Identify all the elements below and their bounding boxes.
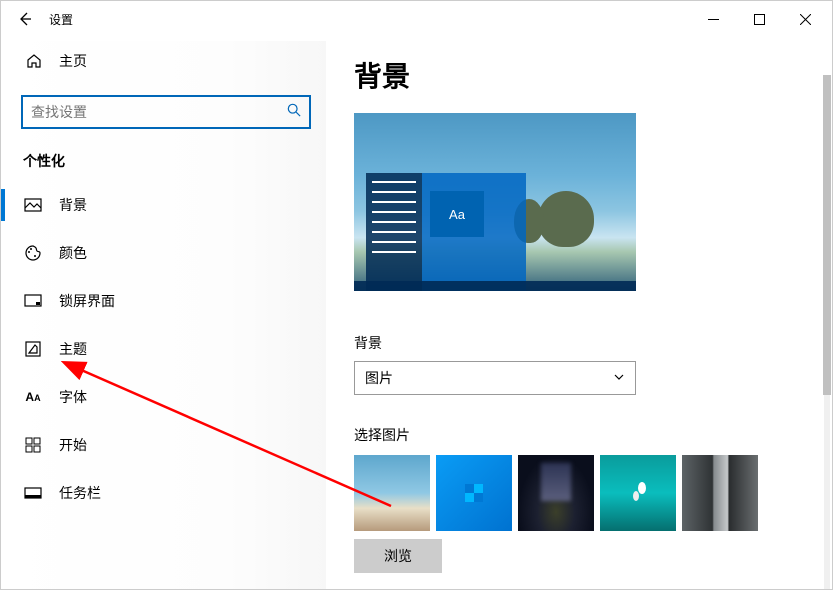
sidebar-item-themes[interactable]: 主题 xyxy=(1,325,326,373)
sidebar-section-title: 个性化 xyxy=(23,151,326,171)
sidebar-item-label: 任务栏 xyxy=(59,483,101,503)
sidebar-home[interactable]: 主页 xyxy=(1,41,326,81)
thumbnail-4[interactable] xyxy=(600,455,676,531)
dropdown-value: 图片 xyxy=(365,368,393,388)
arrow-left-icon xyxy=(17,11,33,27)
sidebar-item-label: 开始 xyxy=(59,435,87,455)
search-icon xyxy=(287,103,301,122)
desktop-preview: Aa xyxy=(354,113,636,291)
search-box[interactable] xyxy=(21,95,311,129)
scrollbar-thumb[interactable] xyxy=(823,75,831,395)
sidebar-item-label: 字体 xyxy=(59,387,87,407)
sidebar-item-label: 锁屏界面 xyxy=(59,291,115,311)
fonts-icon: AA xyxy=(23,390,43,404)
minimize-button[interactable] xyxy=(690,1,736,37)
back-button[interactable] xyxy=(5,1,45,37)
preview-sample-tile: Aa xyxy=(430,191,484,237)
minimize-icon xyxy=(708,14,719,25)
sidebar-home-label: 主页 xyxy=(59,51,87,71)
settings-window: 设置 主页 xyxy=(0,0,833,590)
lockscreen-icon xyxy=(23,292,43,310)
browse-button[interactable]: 浏览 xyxy=(354,539,442,573)
background-field-label: 背景 xyxy=(354,333,832,353)
taskbar-icon xyxy=(23,484,43,502)
chevron-down-icon xyxy=(613,370,625,386)
window-body: 主页 个性化 背景 xyxy=(1,37,832,589)
sidebar-item-label: 颜色 xyxy=(59,243,87,263)
thumbnail-3[interactable] xyxy=(518,455,594,531)
palette-icon xyxy=(23,244,43,262)
thumbnail-2[interactable] xyxy=(436,455,512,531)
home-icon xyxy=(25,53,43,69)
sidebar-item-fonts[interactable]: AA 字体 xyxy=(1,373,326,421)
sidebar-item-label: 背景 xyxy=(59,195,87,215)
sidebar-item-background[interactable]: 背景 xyxy=(1,181,326,229)
close-button[interactable] xyxy=(782,1,828,37)
sidebar-item-colors[interactable]: 颜色 xyxy=(1,229,326,277)
choose-picture-label: 选择图片 xyxy=(354,425,832,445)
picture-thumbnails xyxy=(354,455,832,531)
page-title: 背景 xyxy=(354,55,832,95)
maximize-button[interactable] xyxy=(736,1,782,37)
content-area: 背景 Aa 背景 图片 xyxy=(326,37,832,589)
titlebar: 设置 xyxy=(1,1,832,37)
search-input[interactable] xyxy=(31,104,287,120)
thumbnail-1[interactable] xyxy=(354,455,430,531)
maximize-icon xyxy=(754,14,765,25)
sidebar-item-lockscreen[interactable]: 锁屏界面 xyxy=(1,277,326,325)
picture-icon xyxy=(23,196,43,214)
themes-icon xyxy=(23,340,43,358)
sidebar-item-label: 主题 xyxy=(59,339,87,359)
sidebar-item-start[interactable]: 开始 xyxy=(1,421,326,469)
close-icon xyxy=(800,14,811,25)
sidebar: 主页 个性化 背景 xyxy=(1,37,326,589)
thumbnail-5[interactable] xyxy=(682,455,758,531)
window-title: 设置 xyxy=(49,11,73,28)
background-type-dropdown[interactable]: 图片 xyxy=(354,361,636,395)
sidebar-item-taskbar[interactable]: 任务栏 xyxy=(1,469,326,517)
start-icon xyxy=(23,437,43,453)
